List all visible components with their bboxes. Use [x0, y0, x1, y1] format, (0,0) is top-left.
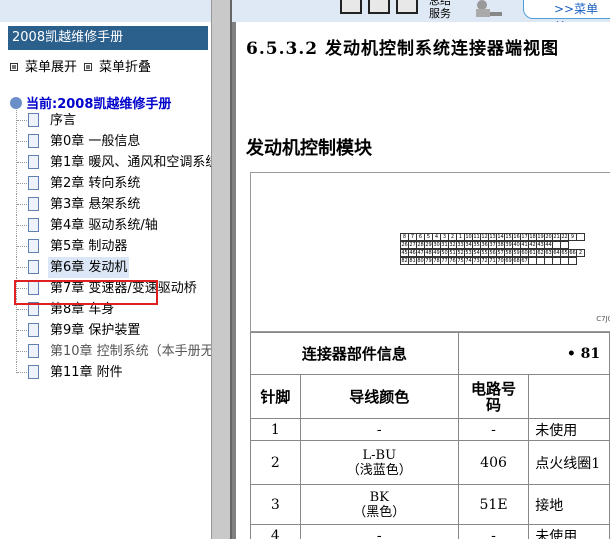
pin-cell — [568, 257, 577, 265]
document-icon — [28, 365, 39, 379]
tree-item-ch10[interactable]: 第10章 控制系统（本手册无 — [16, 341, 216, 362]
pin-cell: 2 — [576, 249, 585, 257]
toolbar-button-2[interactable] — [368, 0, 390, 14]
document-icon — [28, 155, 39, 169]
document-icon — [28, 239, 39, 253]
document-icon — [28, 218, 39, 232]
tree-item-ch5[interactable]: 第5章 制动器 — [16, 236, 216, 257]
table-row: 1 - - 未使用 — [250, 418, 610, 441]
module-title: 发动机控制模块 — [246, 138, 372, 159]
section-title: 6.5.3.2 发动机控制系统连接器端视图 — [246, 39, 559, 59]
toolbar-button-3[interactable] — [396, 0, 418, 14]
menu-expand-button[interactable]: 菜单展开 — [10, 56, 77, 75]
tree-item-ch9[interactable]: 第9章 保护装置 — [16, 320, 216, 341]
document-icon — [28, 134, 39, 148]
drawing-code: C7J060 — [596, 315, 610, 323]
collapse-icon — [84, 63, 92, 71]
table-row: 4 - - 未使用 — [250, 524, 610, 539]
tree-item-ch6[interactable]: 第6章 发动机 — [16, 257, 216, 278]
col-pin: 针脚 — [250, 374, 301, 419]
connector-info-table: 连接器部件信息 • 81 针脚 导线颜色 电路号码 1 - - 未使用 2 L-… — [250, 332, 610, 539]
table-row: 2 L-BU （浅蓝色） 406 点火线圈1 — [250, 440, 610, 485]
document-icon — [28, 344, 39, 358]
top-toolbar: 总结服务 >>菜单关 — [0, 0, 610, 34]
connector-pin-grid: 8 7 6 5 4 3 2 1 10 11 12 13 14 15 16 17 18 19 20 21 22 9 26 27 2… — [400, 233, 585, 266]
tree-item-ch11[interactable]: 第11章 附件 — [16, 362, 216, 383]
selection-highlight-box — [14, 280, 158, 305]
service-label[interactable]: 总结服务 — [429, 0, 455, 20]
col-function — [528, 374, 610, 419]
tree-item-ch3[interactable]: 第3章 悬架系统 — [16, 194, 216, 215]
info-header: 连接器部件信息 — [250, 332, 459, 375]
document-icon — [28, 176, 39, 190]
toolbar-button-1[interactable] — [340, 0, 362, 14]
frame-splitter[interactable] — [211, 0, 232, 539]
sidebar: 2008凯越维修手册 菜单展开 菜单折叠 当前:2008凯越维修手册 序言 第0… — [0, 22, 218, 539]
document-icon — [28, 260, 39, 274]
tree-item-ch4[interactable]: 第4章 驱动系统/轴 — [16, 215, 216, 236]
tree-item-preface[interactable]: 序言 — [16, 110, 216, 131]
sidebar-title: 2008凯越维修手册 — [8, 26, 208, 50]
col-circuit: 电路号码 — [457, 374, 530, 419]
pin-row: 82 81 80 79 78 77 76 75 74 73 72 71 70 69 68 67 — [400, 257, 585, 266]
tree-item-ch0[interactable]: 第0章 一般信息 — [16, 131, 216, 152]
content-pane: 6.5.3.2 发动机控制系统连接器端视图 发动机控制模块 8 7 6 5 4 3 2 1 10… — [236, 22, 610, 539]
mascot-icon — [476, 0, 502, 17]
document-icon — [28, 197, 39, 211]
tree-item-ch2[interactable]: 第2章 转向系统 — [16, 173, 216, 194]
menu-close-link[interactable]: >>菜单关 — [523, 0, 610, 34]
col-wire-color: 导线颜色 — [299, 374, 459, 419]
expand-icon — [10, 63, 18, 71]
info-value: • 81 — [457, 332, 610, 375]
document-icon — [28, 323, 39, 337]
document-icon — [28, 113, 39, 127]
connector-diagram: 8 7 6 5 4 3 2 1 10 11 12 13 14 15 16 17 18 19 20 21 22 9 26 27 2… — [250, 172, 610, 332]
book-globe-icon — [10, 97, 22, 109]
menu-collapse-button[interactable]: 菜单折叠 — [84, 56, 151, 75]
pin-cell — [560, 241, 569, 249]
table-row: 3 BK （黑色） 51E 接地 — [250, 484, 610, 525]
tree-item-ch1[interactable]: 第1章 暖风、通风和空调系统 — [16, 152, 218, 173]
pin-cell — [576, 233, 585, 241]
